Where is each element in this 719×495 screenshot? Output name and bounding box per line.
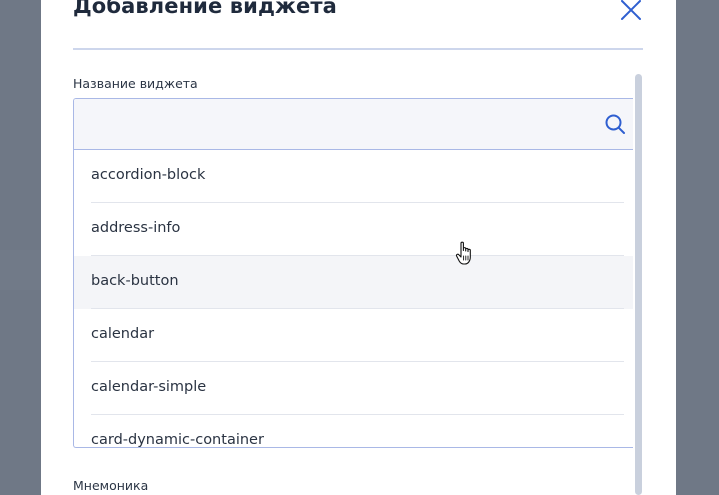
option-label: calendar-simple <box>91 379 207 395</box>
modal-scrollbar-thumb[interactable] <box>635 74 642 495</box>
list-item-address-info[interactable]: address-info <box>74 203 633 256</box>
list-item-calendar-simple[interactable]: calendar-simple <box>74 362 633 415</box>
option-label: calendar <box>91 326 155 342</box>
widget-search-input[interactable] <box>74 99 589 149</box>
title-divider <box>73 48 643 50</box>
modal-backdrop-left[interactable] <box>0 0 41 495</box>
widget-search-box[interactable] <box>74 99 633 150</box>
mnemonic-label: Мнемоника <box>73 478 149 493</box>
add-widget-modal: Добавление виджета Название виджета acco… <box>41 0 676 495</box>
list-item-back-button[interactable]: back-button <box>74 256 633 309</box>
close-icon <box>621 0 641 20</box>
option-label: address-info <box>91 220 181 236</box>
option-label: back-button <box>91 273 179 289</box>
modal-backdrop-right[interactable] <box>676 0 719 495</box>
backdrop-band <box>0 250 41 290</box>
widget-name-label: Название виджета <box>73 76 198 91</box>
widget-options-list[interactable]: accordion-block address-info back-button… <box>74 150 633 448</box>
list-item-calendar[interactable]: calendar <box>74 309 633 362</box>
list-item-card-dynamic-container[interactable]: card-dynamic-container <box>74 415 633 448</box>
option-label: card-dynamic-container <box>91 432 264 448</box>
option-label: accordion-block <box>91 167 206 183</box>
list-item-accordion-block[interactable]: accordion-block <box>74 150 633 203</box>
modal-title: Добавление виджета <box>73 0 337 18</box>
search-icon[interactable] <box>604 113 626 135</box>
close-button[interactable] <box>619 0 643 20</box>
widget-name-combobox[interactable]: accordion-block address-info back-button… <box>73 98 633 448</box>
